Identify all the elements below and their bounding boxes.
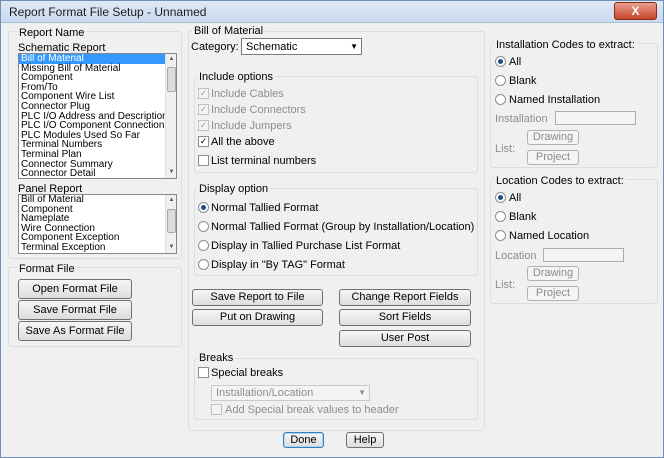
- add-break-header-checkbox[interactable]: [211, 404, 222, 415]
- open-format-file-button[interactable]: Open Format File: [18, 279, 132, 299]
- installation-project-button[interactable]: Project: [527, 150, 579, 165]
- close-button[interactable]: X: [614, 2, 657, 20]
- purchase-list-label: Display in Tallied Purchase List Format: [211, 240, 401, 252]
- special-breaks-checkbox[interactable]: [198, 367, 209, 378]
- by-tag-radio[interactable]: [198, 259, 209, 270]
- location-input[interactable]: [543, 248, 624, 262]
- normal-tallied-radio[interactable]: [198, 202, 209, 213]
- named-location-radio[interactable]: [495, 230, 506, 241]
- report-format-dialog: Report Format File Setup - Unnamed X Rep…: [0, 0, 664, 458]
- title-bar: Report Format File Setup - Unnamed X: [1, 1, 663, 23]
- format-file-label: Format File: [17, 263, 77, 275]
- window-title: Report Format File Setup - Unnamed: [9, 5, 207, 19]
- include-connectors-checkbox[interactable]: ✓: [198, 104, 209, 115]
- list-item[interactable]: Connector Detail: [19, 169, 176, 178]
- installation-codes-label: Installation Codes to extract:: [494, 39, 637, 51]
- include-cables-checkbox[interactable]: ✓: [198, 88, 209, 99]
- include-options-label: Include options: [197, 71, 275, 83]
- installation-drawing-button[interactable]: Drawing: [527, 130, 579, 145]
- purchase-list-radio[interactable]: [198, 240, 209, 251]
- change-report-fields-button[interactable]: Change Report Fields: [339, 289, 471, 306]
- all-the-above-label: All the above: [211, 136, 275, 148]
- dropdown-arrow-icon: ▼: [350, 42, 358, 51]
- location-list-label: List:: [495, 279, 516, 291]
- include-connectors-label: Include Connectors: [211, 104, 306, 116]
- scroll-thumb[interactable]: [167, 209, 176, 233]
- all-the-above-checkbox[interactable]: ✓: [198, 136, 209, 147]
- special-breaks-label: Special breaks: [211, 367, 284, 379]
- help-button[interactable]: Help: [346, 432, 384, 448]
- report-name-label: Report Name: [17, 27, 87, 39]
- named-installation-label: Named Installation: [509, 94, 601, 106]
- user-post-button[interactable]: User Post: [339, 330, 471, 347]
- installation-all-radio[interactable]: [495, 56, 506, 67]
- include-jumpers-checkbox[interactable]: ✓: [198, 120, 209, 131]
- scroll-down-icon[interactable]: ▼: [167, 243, 176, 252]
- tallied-by-installation-label: Normal Tallied Format (Group by Installa…: [211, 221, 475, 233]
- location-codes-label: Location Codes to extract:: [494, 175, 626, 187]
- location-field-label: Location: [495, 250, 537, 262]
- scroll-down-icon[interactable]: ▼: [167, 168, 176, 177]
- installation-blank-label: Blank: [509, 75, 537, 87]
- panel-list-scrollbar[interactable]: ▲ ▼: [165, 195, 176, 253]
- normal-tallied-label: Normal Tallied Format: [211, 202, 319, 214]
- location-all-radio[interactable]: [495, 192, 506, 203]
- tallied-by-installation-radio[interactable]: [198, 221, 209, 232]
- panel-report-list[interactable]: Bill of Material Component Nameplate Wire C…: [18, 194, 177, 254]
- scroll-up-icon[interactable]: ▲: [167, 55, 176, 64]
- done-button[interactable]: Done: [283, 432, 324, 448]
- bom-label: Bill of Material: [192, 25, 266, 37]
- location-drawing-button[interactable]: Drawing: [527, 266, 579, 281]
- installation-blank-radio[interactable]: [495, 75, 506, 86]
- category-value: Schematic: [246, 41, 298, 53]
- installation-all-label: All: [509, 56, 522, 68]
- scroll-thumb[interactable]: [167, 67, 176, 92]
- display-option-label: Display option: [197, 183, 271, 195]
- list-item[interactable]: Terminal Exception: [19, 243, 176, 253]
- sort-fields-button[interactable]: Sort Fields: [339, 309, 471, 326]
- installation-field-label: Installation: [495, 113, 548, 125]
- add-break-header-label: Add Special break values to header: [225, 404, 399, 416]
- special-break-select[interactable]: Installation/Location ▼: [211, 385, 370, 401]
- breaks-label: Breaks: [197, 352, 236, 364]
- list-terminal-numbers-label: List terminal numbers: [211, 155, 317, 167]
- save-format-file-button[interactable]: Save Format File: [18, 300, 132, 320]
- installation-list-label: List:: [495, 143, 516, 155]
- named-installation-radio[interactable]: [495, 94, 506, 105]
- dropdown-arrow-icon: ▼: [358, 388, 366, 397]
- location-project-button[interactable]: Project: [527, 286, 579, 301]
- save-as-format-file-button[interactable]: Save As Format File: [18, 321, 132, 341]
- location-blank-radio[interactable]: [495, 211, 506, 222]
- named-location-label: Named Location: [509, 230, 590, 242]
- category-label: Category:: [191, 41, 239, 53]
- save-report-button[interactable]: Save Report to File: [192, 289, 323, 306]
- location-blank-label: Blank: [509, 211, 537, 223]
- schematic-list-scrollbar[interactable]: ▲ ▼: [165, 54, 176, 178]
- category-select[interactable]: Schematic ▼: [241, 38, 362, 55]
- include-jumpers-label: Include Jumpers: [211, 120, 292, 132]
- list-terminal-numbers-checkbox[interactable]: [198, 155, 209, 166]
- put-on-drawing-button[interactable]: Put on Drawing: [192, 309, 323, 326]
- installation-input[interactable]: [555, 111, 636, 125]
- include-cables-label: Include Cables: [211, 88, 284, 100]
- special-break-value: Installation/Location: [216, 387, 314, 399]
- schematic-report-list[interactable]: Bill of Material Missing Bill of Material…: [18, 53, 177, 179]
- scroll-up-icon[interactable]: ▲: [167, 196, 176, 205]
- by-tag-label: Display in "By TAG" Format: [211, 259, 345, 271]
- location-all-label: All: [509, 192, 522, 204]
